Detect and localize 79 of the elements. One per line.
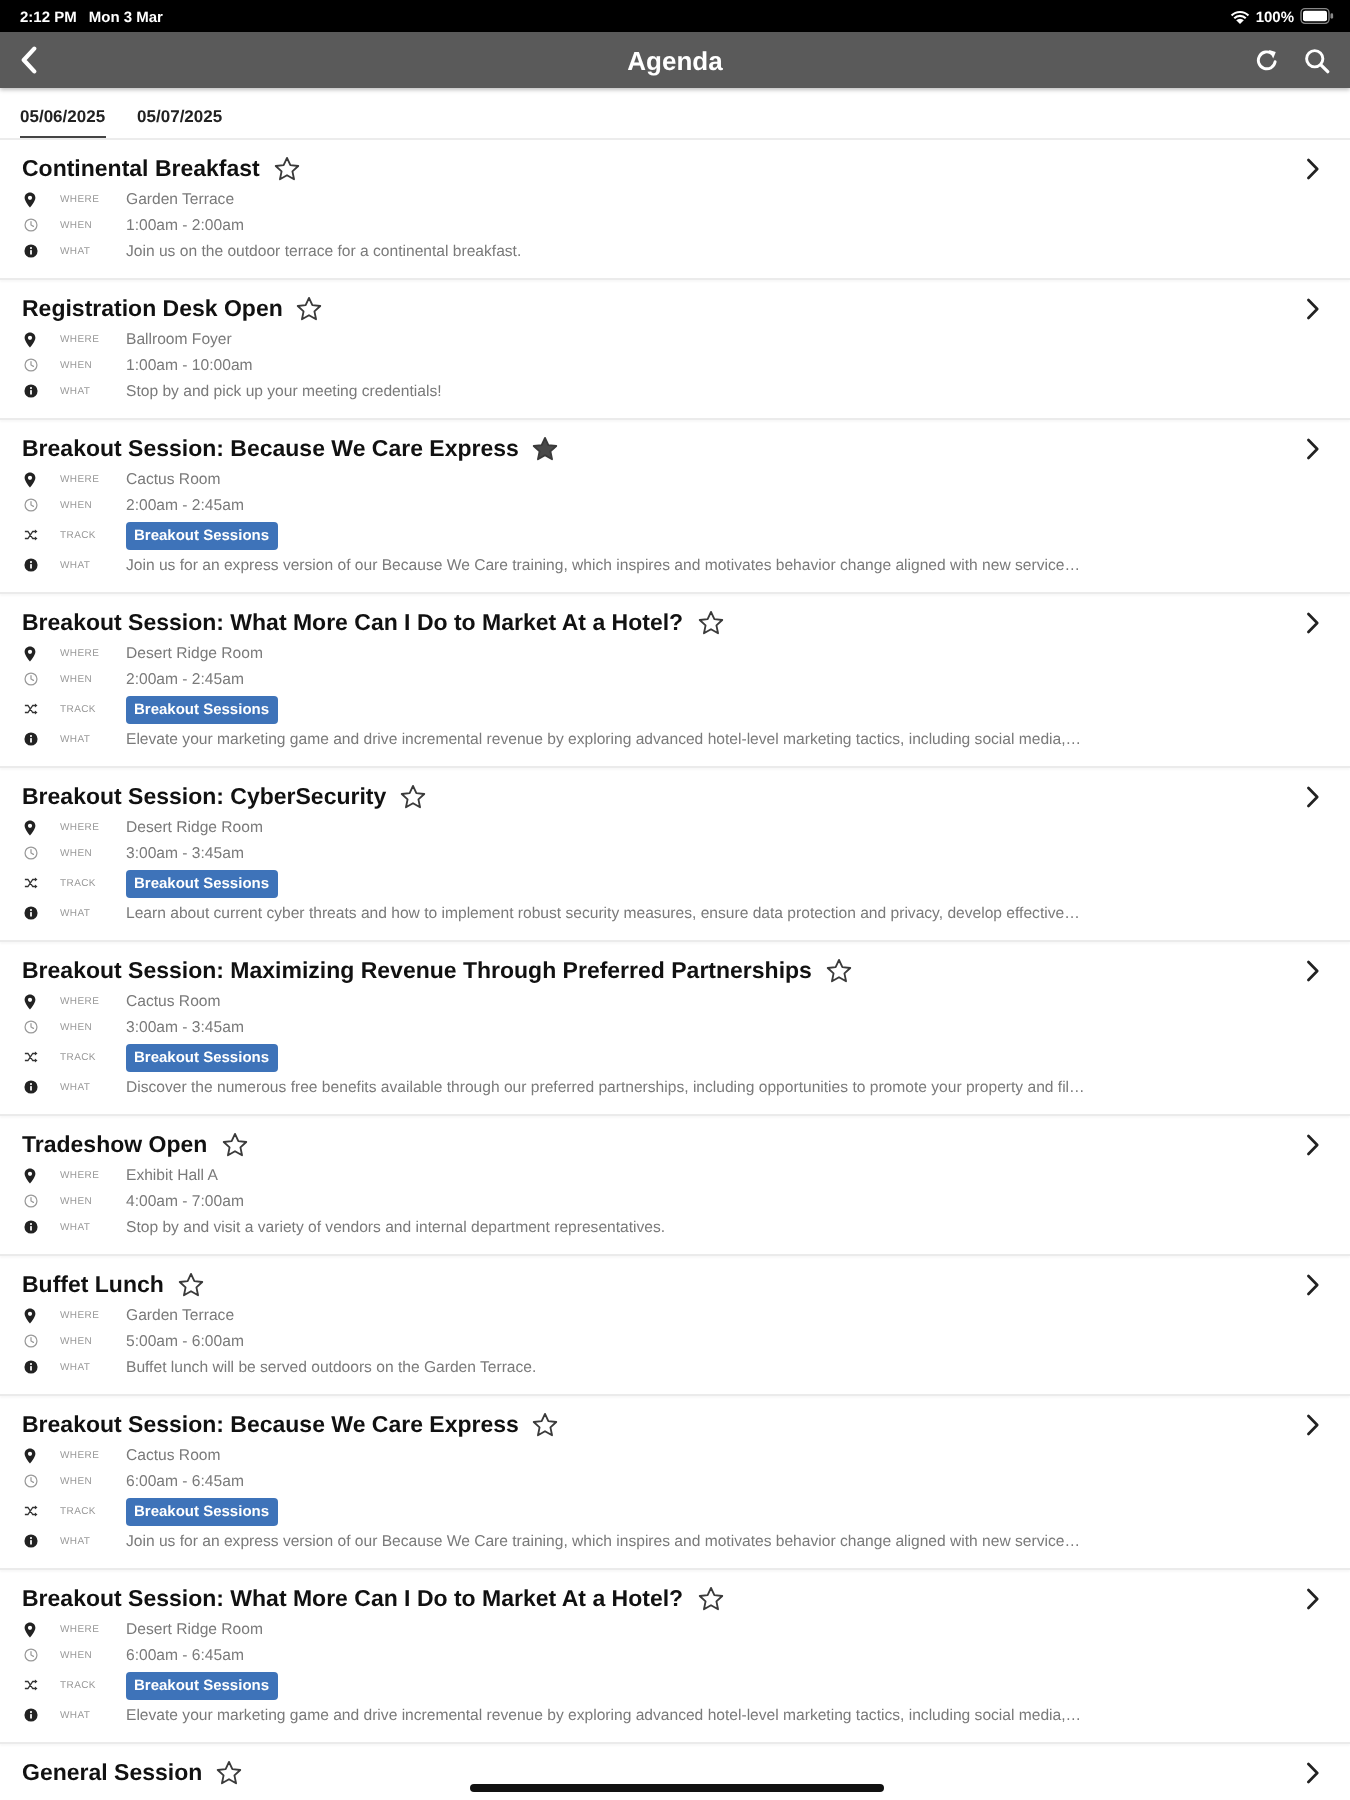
chevron-right-icon [1306,786,1320,808]
chevron-right-icon [1306,1414,1320,1436]
shuffle-icon [24,1050,38,1064]
clock-icon [24,1648,38,1662]
info-icon [24,558,38,572]
star-icon[interactable] [697,610,724,636]
info-icon [24,384,38,398]
clock-icon [24,1334,38,1348]
location-pin-icon [24,1307,36,1323]
chevron-right-icon [1306,1274,1320,1296]
chevron-right-icon [1306,1134,1320,1156]
star-icon[interactable] [216,1760,243,1786]
clock-icon [24,1474,38,1488]
session-title: General Session [22,1761,203,1785]
refresh-icon [1254,47,1280,73]
info-icon [24,1360,38,1374]
page-title: Agenda [627,45,723,75]
location-pin-icon [24,645,36,661]
info-icon [24,906,38,920]
date-tab[interactable]: 05/06/2025 [20,106,106,138]
session-title: Breakout Session: Maximizing Revenue Through Preferred Partnerships [22,959,812,983]
star-icon[interactable] [400,784,427,810]
star-icon[interactable] [825,958,852,984]
shuffle-icon [24,876,38,890]
location-pin-icon [24,1447,36,1463]
clock-icon [24,218,38,232]
info-icon [24,1534,38,1548]
star-icon[interactable] [697,1586,724,1612]
shuffle-icon [24,1678,38,1692]
info-icon [24,1220,38,1234]
chevron-left-icon [20,46,38,74]
star-icon[interactable] [177,1272,204,1298]
star-icon[interactable] [532,1412,559,1438]
session-title: Breakout Session: What More Can I Do to Market At a Hotel? [22,1587,684,1611]
session-title: Breakout Session: CyberSecurity [22,785,387,809]
location-pin-icon [24,819,36,835]
chevron-right-icon [1306,298,1320,320]
clock-icon [24,498,38,512]
chevron-right-icon [1306,612,1320,634]
search-button[interactable] [1300,43,1334,77]
location-pin-icon [24,1167,36,1183]
location-pin-icon [24,191,36,207]
clock-icon [24,1194,38,1208]
info-icon [24,244,38,258]
session-title: Breakout Session: What More Can I Do to Market At a Hotel? [22,611,684,635]
shuffle-icon [24,1504,38,1518]
clock-icon [24,358,38,372]
session-title: Breakout Session: Because We Care Express [22,1413,519,1437]
info-icon [24,732,38,746]
clock-icon [24,1020,38,1034]
shuffle-icon [24,528,38,542]
back-button[interactable] [16,42,42,78]
location-pin-icon [24,993,36,1009]
location-pin-icon [24,471,36,487]
date-tab[interactable]: 05/07/2025 [137,106,223,138]
star-icon[interactable] [273,156,300,182]
session-title: Registration Desk Open [22,297,283,321]
chevron-right-icon [1306,960,1320,982]
star-icon[interactable] [532,436,559,462]
chevron-right-icon [1306,1762,1320,1784]
chevron-right-icon [1306,1588,1320,1610]
chevron-right-icon [1306,158,1320,180]
search-icon [1304,47,1330,73]
location-pin-icon [24,331,36,347]
info-icon [24,1080,38,1094]
location-pin-icon [24,1621,36,1637]
session-title: Breakout Session: Because We Care Express [22,437,519,461]
session-title: Continental Breakfast [22,157,260,181]
battery-icon [1300,8,1334,24]
info-icon [24,1708,38,1722]
session-title: Buffet Lunch [22,1273,164,1297]
shuffle-icon [24,702,38,716]
wifi-icon [1229,9,1250,23]
session-title: Tradeshow Open [22,1133,208,1157]
star-icon[interactable] [296,296,323,322]
clock-icon [24,846,38,860]
clock-icon [24,672,38,686]
star-icon[interactable] [221,1132,248,1158]
chevron-right-icon [1306,438,1320,460]
